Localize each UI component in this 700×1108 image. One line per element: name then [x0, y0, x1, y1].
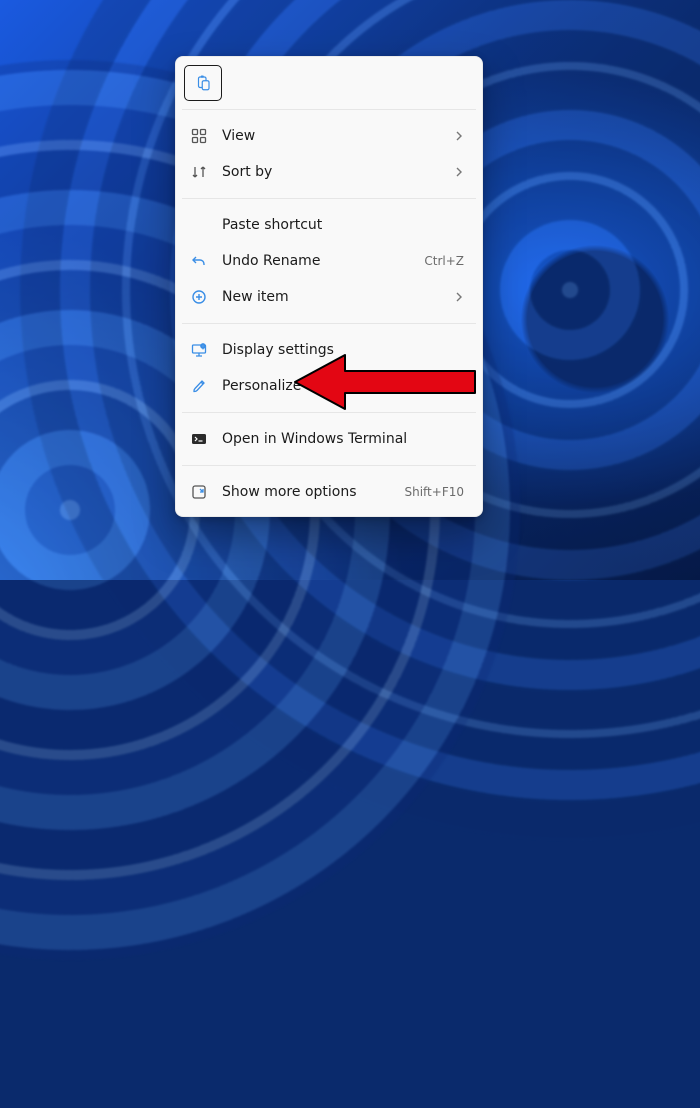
- paste-icon: [194, 74, 212, 92]
- personalize-icon: [190, 377, 208, 395]
- paste-button[interactable]: [184, 65, 222, 101]
- chevron-right-icon: [454, 167, 464, 177]
- menu-item-paste-shortcut[interactable]: Paste shortcut: [182, 207, 476, 243]
- menu-divider: [182, 323, 476, 324]
- menu-divider: [182, 109, 476, 110]
- sort-icon: [190, 163, 208, 181]
- context-menu-toolbar: [182, 63, 476, 107]
- menu-item-open-terminal[interactable]: Open in Windows Terminal: [182, 421, 476, 457]
- undo-icon: [190, 252, 208, 270]
- menu-item-new-item[interactable]: New item: [182, 279, 476, 315]
- desktop-context-menu: View Sort by Paste shortcut: [175, 56, 483, 517]
- menu-item-sort-by[interactable]: Sort by: [182, 154, 476, 190]
- menu-item-show-more-options[interactable]: Show more options Shift+F10: [182, 474, 476, 510]
- menu-item-view[interactable]: View: [182, 118, 476, 154]
- menu-item-label: Show more options: [222, 484, 390, 500]
- menu-item-accelerator: Shift+F10: [404, 485, 464, 499]
- menu-item-accelerator: Ctrl+Z: [424, 254, 464, 268]
- menu-item-label: Open in Windows Terminal: [222, 431, 464, 447]
- chevron-right-icon: [454, 131, 464, 141]
- chevron-right-icon: [454, 292, 464, 302]
- menu-divider: [182, 198, 476, 199]
- show-more-icon: [190, 483, 208, 501]
- menu-item-label: Undo Rename: [222, 253, 410, 269]
- menu-item-label: Sort by: [222, 164, 440, 180]
- menu-divider: [182, 412, 476, 413]
- spacer-icon: [190, 216, 208, 234]
- menu-item-label: New item: [222, 289, 440, 305]
- menu-item-display-settings[interactable]: Display settings: [182, 332, 476, 368]
- menu-item-label: Personalize: [222, 378, 464, 394]
- menu-item-personalize[interactable]: Personalize: [182, 368, 476, 404]
- new-item-icon: [190, 288, 208, 306]
- menu-item-label: Display settings: [222, 342, 464, 358]
- menu-item-label: View: [222, 128, 440, 144]
- terminal-icon: [190, 430, 208, 448]
- menu-item-label: Paste shortcut: [222, 217, 464, 233]
- view-icon: [190, 127, 208, 145]
- menu-item-undo-rename[interactable]: Undo Rename Ctrl+Z: [182, 243, 476, 279]
- display-settings-icon: [190, 341, 208, 359]
- menu-divider: [182, 465, 476, 466]
